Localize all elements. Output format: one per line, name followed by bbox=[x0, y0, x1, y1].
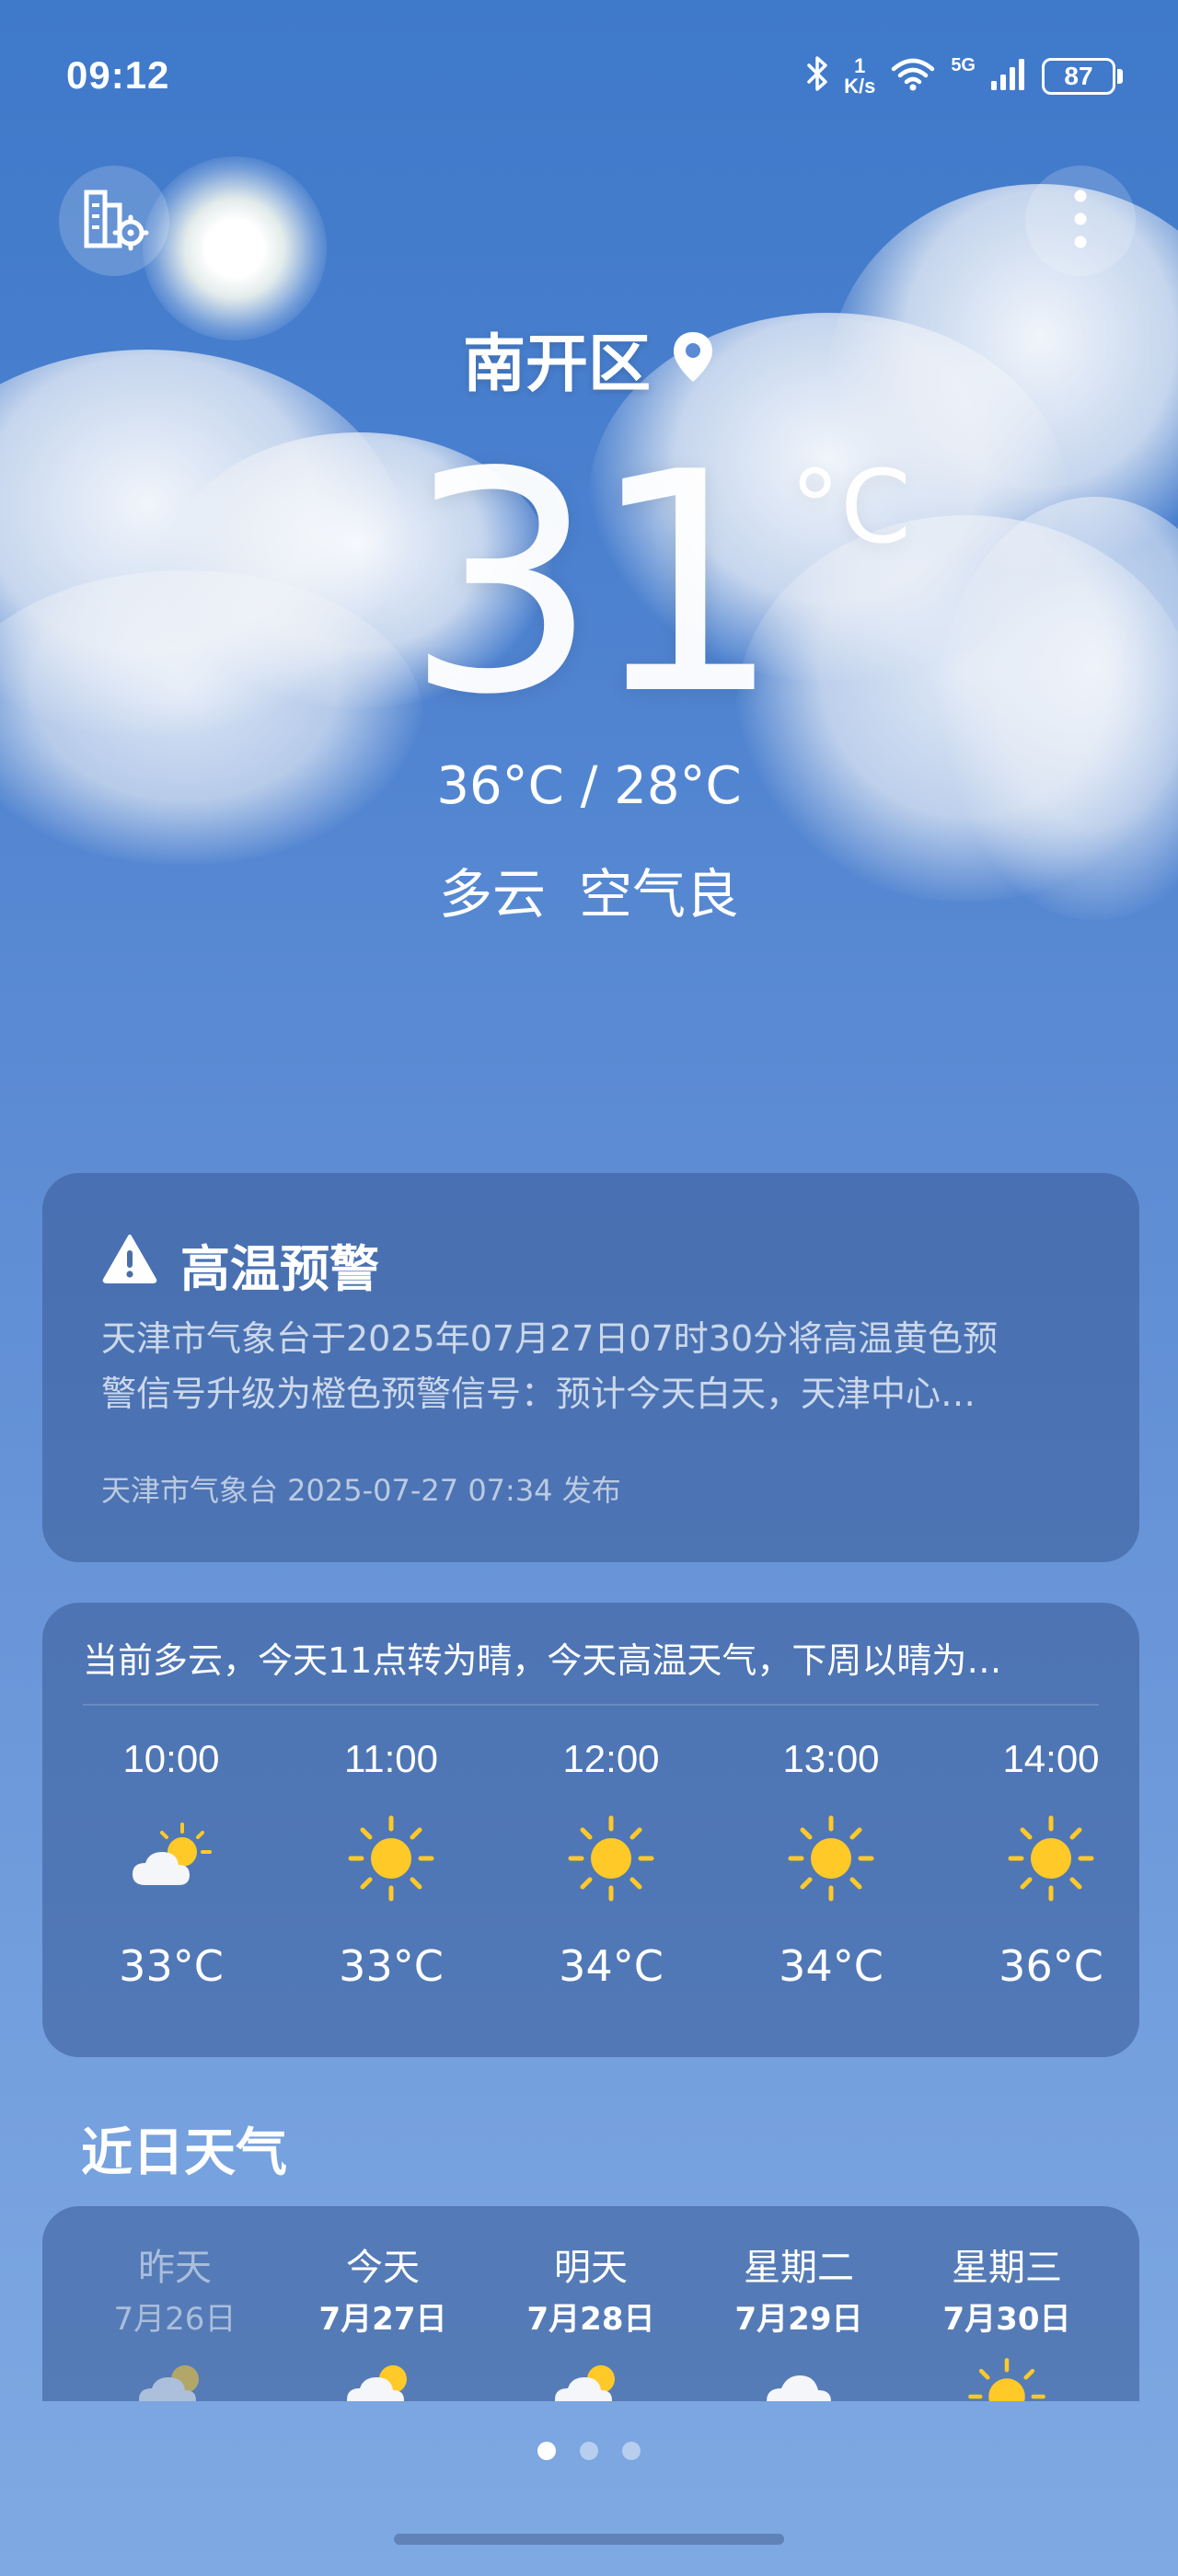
status-bar: 09:12 1 K/s 5G 87 bbox=[0, 0, 1178, 156]
alert-title: 高温预警 bbox=[180, 1240, 379, 1298]
location-header[interactable]: 南开区 bbox=[0, 313, 1178, 404]
warning-icon bbox=[101, 1233, 158, 1296]
signal-icon bbox=[990, 55, 1027, 97]
daily-list[interactable]: 昨天 7月26日 今天 7月27日 明天 7月28日 星期二 7月29日 星期三… bbox=[83, 2241, 1099, 2401]
sun-icon bbox=[565, 1812, 657, 1908]
location-pin-icon bbox=[671, 330, 715, 387]
weather-alert-card[interactable]: 高温预警 天津市气象台于2025年07月27日07时30分将高温黄色预 警信号升… bbox=[42, 1173, 1139, 1562]
hour-time: 14:00 bbox=[1002, 1737, 1100, 1780]
day-name: 明天 bbox=[554, 2247, 628, 2289]
hour-temp: 36°C bbox=[999, 1941, 1103, 1991]
net-speed-value: 1 bbox=[854, 53, 866, 77]
daily-forecast-card[interactable]: 昨天 7月26日 今天 7月27日 明天 7月28日 星期二 7月29日 星期三… bbox=[42, 2206, 1139, 2401]
hourly-list[interactable]: 10:00 33°C 11:00 33°C 12:00 34°C 13:00 3… bbox=[61, 1731, 1121, 1998]
partly-cloudy-icon bbox=[549, 2355, 632, 2401]
sun-icon bbox=[345, 1812, 437, 1908]
more-options-button[interactable] bbox=[1025, 166, 1136, 276]
hourly-item: 14:00 36°C bbox=[941, 1731, 1161, 1998]
air-quality[interactable]: 空气良 bbox=[579, 851, 739, 928]
wifi-icon bbox=[890, 55, 936, 97]
hour-temp: 34°C bbox=[559, 1941, 664, 1991]
hour-time: 11:00 bbox=[344, 1737, 438, 1780]
weather-condition: 多云 bbox=[438, 863, 546, 926]
day-date: 7月26日 bbox=[113, 2301, 237, 2338]
partly-cloudy-icon bbox=[125, 1817, 217, 1903]
location-name: 南开区 bbox=[462, 328, 651, 401]
hour-time: 12:00 bbox=[562, 1737, 660, 1780]
alert-description: 天津市气象台于2025年07月27日07时30分将高温黄色预 警信号升级为橙色预… bbox=[101, 1311, 1095, 1421]
page-indicator[interactable] bbox=[0, 2442, 1178, 2460]
battery-level: 87 bbox=[1042, 57, 1115, 95]
hourly-forecast-card[interactable]: 当前多云，今天11点转为晴，今天高温天气，下周以晴为… 10:00 33°C 1… bbox=[42, 1603, 1139, 2057]
alert-description-line: 天津市气象台于2025年07月27日07时30分将高温黄色预 bbox=[101, 1318, 999, 1359]
hourly-item: 13:00 34°C bbox=[721, 1731, 941, 1998]
partly-cloudy-icon bbox=[341, 2355, 424, 2401]
hour-temp: 34°C bbox=[779, 1941, 884, 1991]
hourly-item: 10:00 33°C bbox=[61, 1731, 282, 1998]
sun-icon bbox=[965, 2355, 1048, 2401]
day-date: 7月29日 bbox=[734, 2301, 863, 2338]
current-temperature: 31 °C bbox=[405, 432, 911, 736]
bluetooth-icon bbox=[805, 55, 829, 97]
sun-icon bbox=[785, 1812, 877, 1908]
hour-temp: 33°C bbox=[339, 1941, 444, 1991]
day-name: 今天 bbox=[346, 2247, 420, 2289]
net-speed-unit: K/s bbox=[844, 74, 876, 98]
hour-time: 13:00 bbox=[782, 1737, 880, 1780]
network-type: 5G bbox=[951, 55, 976, 75]
temperature-unit: °C bbox=[790, 448, 911, 566]
daily-item[interactable]: 明天 7月28日 bbox=[499, 2241, 683, 2401]
high-low-temperature: 36°C / 28°C bbox=[436, 756, 742, 816]
day-name: 星期二 bbox=[744, 2247, 854, 2289]
battery-tip bbox=[1117, 68, 1123, 84]
current-temperature-block: 31 °C bbox=[0, 432, 1178, 736]
page-dot-active[interactable] bbox=[537, 2442, 556, 2460]
status-time: 09:12 bbox=[66, 53, 170, 97]
net-speed: 1 K/s bbox=[844, 53, 876, 98]
partly-cloudy-icon bbox=[133, 2355, 216, 2401]
day-name: 昨天 bbox=[138, 2247, 212, 2289]
day-date: 7月30日 bbox=[942, 2301, 1071, 2338]
daily-item[interactable]: 星期三 7月30日 bbox=[915, 2241, 1099, 2401]
city-settings-icon bbox=[79, 187, 149, 255]
sun-icon bbox=[1005, 1812, 1097, 1908]
day-date: 7月28日 bbox=[526, 2301, 655, 2338]
city-manage-button[interactable] bbox=[59, 166, 169, 276]
divider bbox=[83, 1704, 1099, 1706]
hour-temp: 33°C bbox=[119, 1941, 224, 1991]
forecast-summary: 当前多云，今天11点转为晴，今天高温天气，下周以晴为… bbox=[83, 1640, 1002, 1681]
alert-publish-info: 天津市气象台 2025-07-27 07:34 发布 bbox=[101, 1473, 621, 1508]
hour-time: 10:00 bbox=[122, 1737, 220, 1780]
home-indicator[interactable] bbox=[394, 2534, 784, 2545]
page-dot[interactable] bbox=[622, 2442, 641, 2460]
alert-description-line: 警信号升级为橙色预警信号：预计今天白天，天津中心… bbox=[101, 1374, 976, 1414]
hourly-item: 11:00 33°C bbox=[281, 1731, 502, 1998]
page-dot[interactable] bbox=[580, 2442, 598, 2460]
hourly-item: 12:00 34°C bbox=[501, 1731, 722, 1998]
daily-item[interactable]: 星期二 7月29日 bbox=[707, 2241, 891, 2401]
cloud-icon bbox=[757, 2355, 840, 2401]
daily-section-title: 近日天气 bbox=[81, 2123, 287, 2183]
daily-item[interactable]: 昨天 7月26日 bbox=[83, 2241, 267, 2401]
current-temperature-value: 31 bbox=[405, 408, 782, 761]
current-condition: 多云 空气良 bbox=[0, 851, 1178, 928]
day-name: 星期三 bbox=[952, 2247, 1062, 2289]
battery-indicator: 87 bbox=[1042, 57, 1123, 95]
day-date: 7月27日 bbox=[318, 2301, 447, 2338]
more-vertical-icon bbox=[1071, 187, 1090, 255]
daily-item[interactable]: 今天 7月27日 bbox=[291, 2241, 475, 2401]
